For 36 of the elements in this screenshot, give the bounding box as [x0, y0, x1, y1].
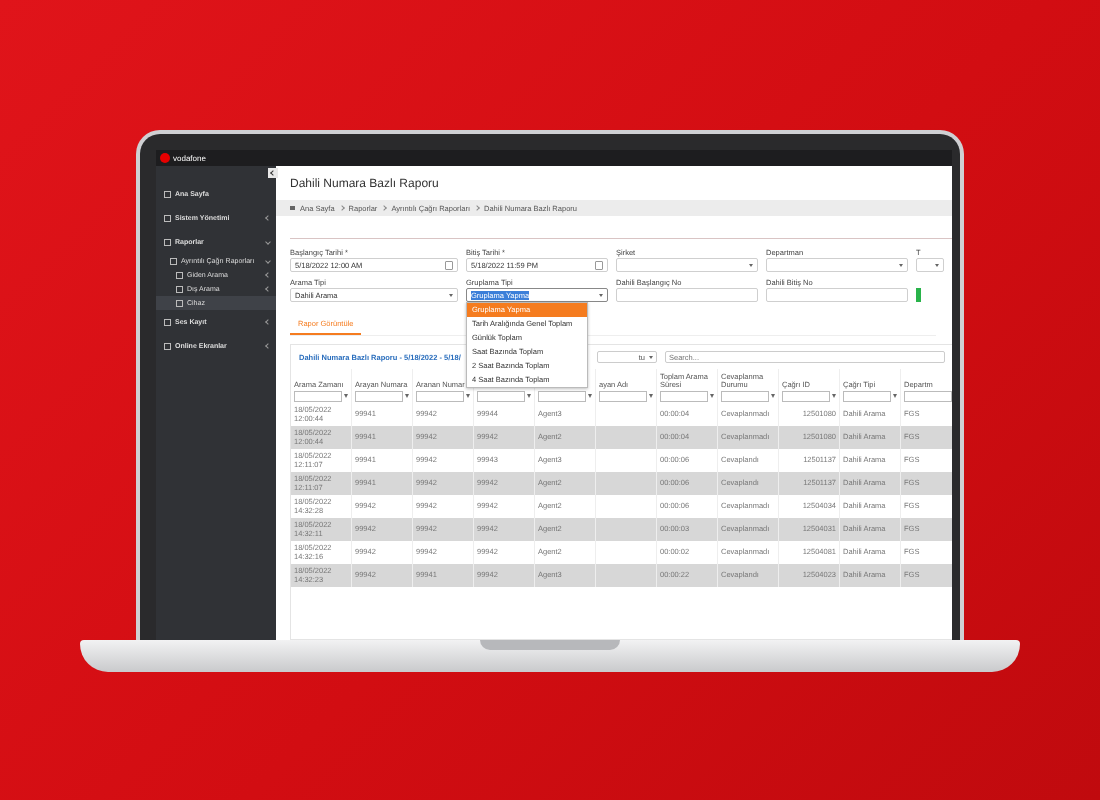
filter-field[interactable]: [721, 390, 769, 402]
square-icon: [176, 271, 183, 279]
caret-icon: [449, 293, 453, 297]
square-icon: [164, 342, 171, 350]
action-button[interactable]: [916, 288, 921, 302]
filter-field[interactable]: [294, 390, 342, 402]
caret-icon: [599, 293, 603, 297]
square-icon: [164, 318, 171, 326]
square-icon: [170, 257, 177, 265]
filter-field[interactable]: [904, 390, 952, 402]
square-icon: [176, 285, 183, 293]
select-field[interactable]: [616, 258, 758, 272]
filter-field[interactable]: [538, 390, 586, 402]
calendar-icon: [445, 260, 453, 270]
filter-field[interactable]: [355, 390, 403, 402]
input-field[interactable]: [766, 288, 908, 302]
filter-field[interactable]: [843, 390, 891, 402]
filter-field[interactable]: [477, 390, 525, 402]
calendar-icon: [595, 260, 603, 270]
select-field[interactable]: [916, 258, 944, 272]
square-icon: [164, 190, 171, 198]
input-field[interactable]: [616, 288, 758, 302]
logo-icon: [160, 153, 170, 163]
collapse-button[interactable]: [268, 168, 278, 178]
caret-icon: [649, 355, 653, 359]
select-field[interactable]: [766, 258, 908, 272]
caret-icon: [749, 263, 753, 267]
square-icon: [164, 214, 171, 222]
filter-field[interactable]: [782, 390, 830, 402]
square-icon: [176, 299, 183, 307]
filter-field[interactable]: [416, 390, 464, 402]
square-icon: [164, 238, 171, 246]
filter-field[interactable]: [599, 390, 647, 402]
caret-icon: [899, 263, 903, 267]
caret-icon: [935, 263, 939, 267]
filter-field[interactable]: [660, 390, 708, 402]
